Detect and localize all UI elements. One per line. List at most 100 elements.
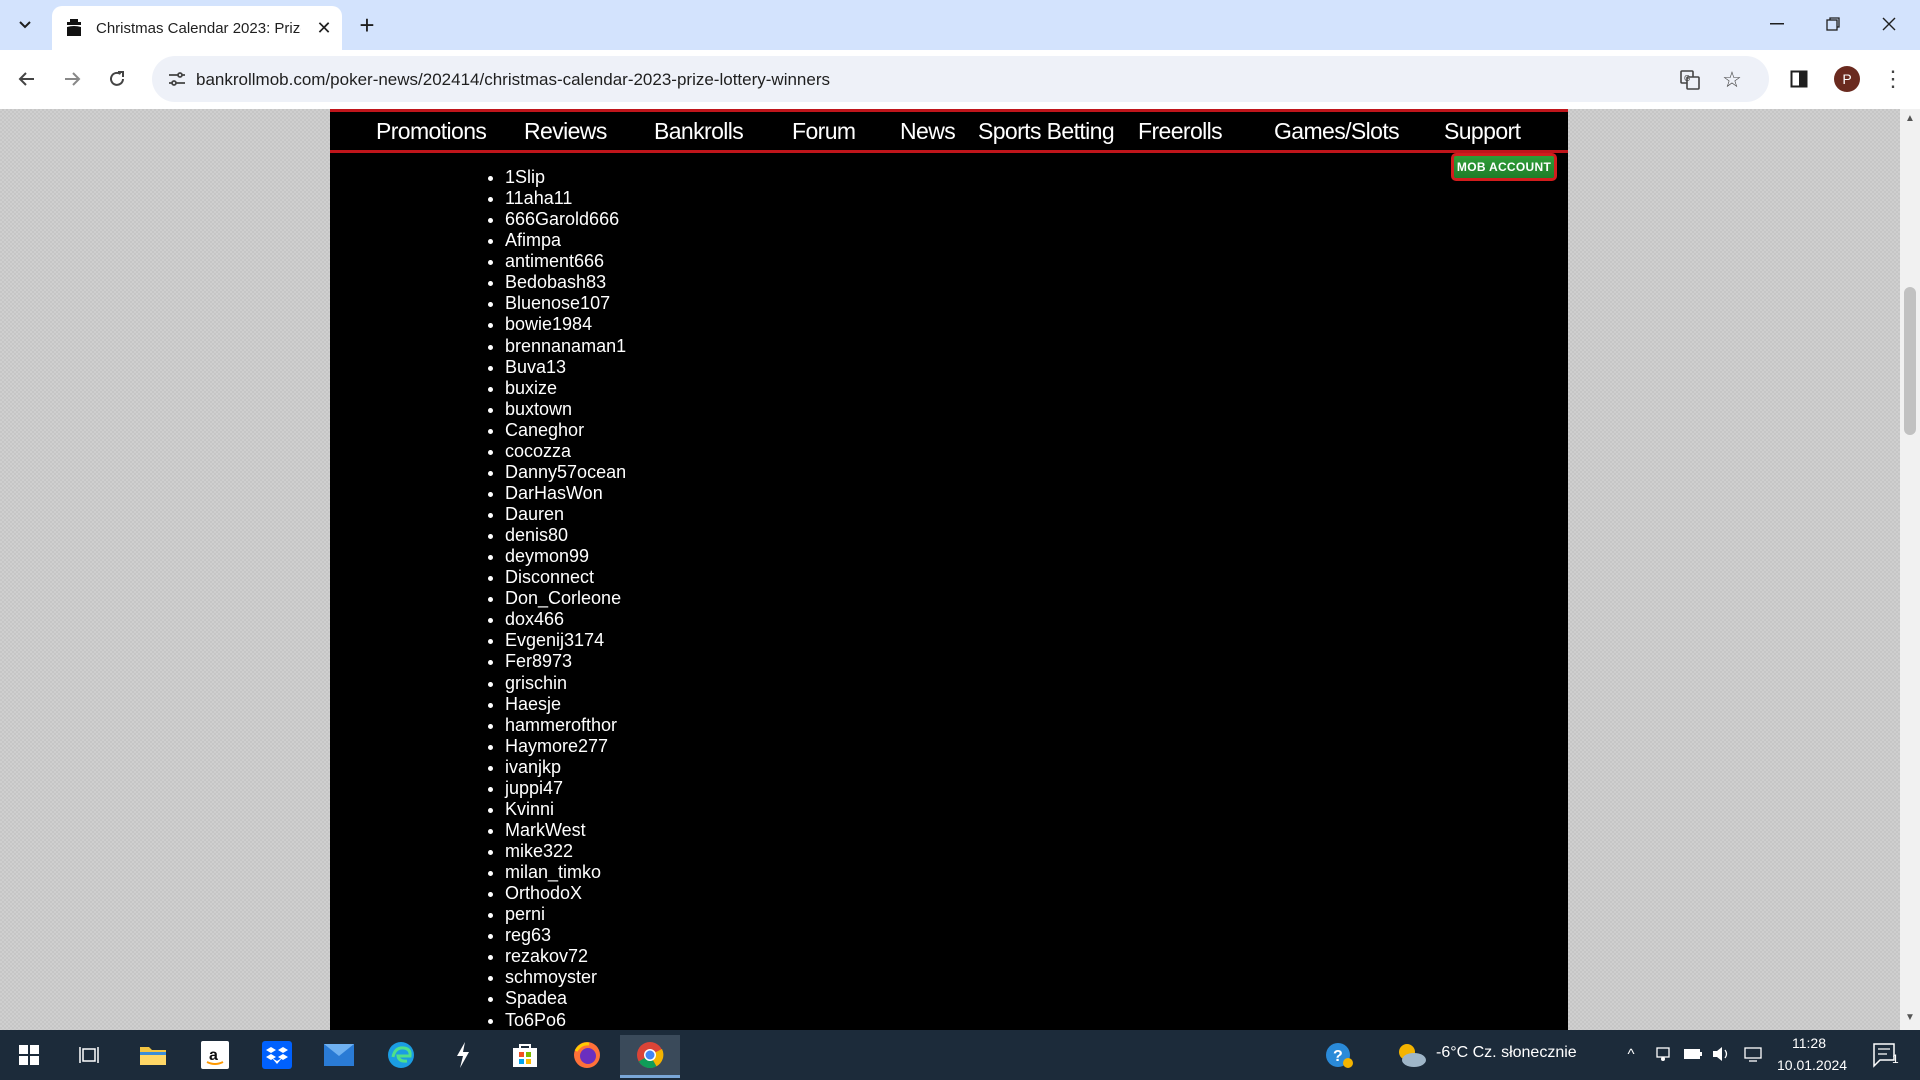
winner-list-item: Buva13 [505, 357, 626, 378]
winner-list-item: Kvinni [505, 799, 626, 820]
windows-start-icon[interactable] [10, 1037, 48, 1073]
scroll-down-icon[interactable]: ▼ [1904, 1012, 1916, 1024]
winners-list: 1Slip11aha11666Garold666Afimpaantiment66… [475, 167, 626, 1030]
winner-list-item: 666Garold666 [505, 209, 626, 230]
nav-sports-betting[interactable]: Sports Betting [978, 118, 1115, 145]
winner-list-item: DarHasWon [505, 483, 626, 504]
clock-date[interactable]: 10.01.2024 [1777, 1057, 1847, 1073]
browser-tabstrip: Christmas Calendar 2023: Prize ✕ + [0, 0, 1920, 50]
clock-time[interactable]: 11:28 [1792, 1035, 1826, 1051]
site-favicon-icon [67, 19, 81, 36]
nav-support[interactable]: Support [1444, 118, 1521, 145]
winner-list-item: Caneghor [505, 420, 626, 441]
browser-tab-active[interactable]: Christmas Calendar 2023: Prize ✕ [52, 6, 342, 50]
winner-list-item: rezakov72 [505, 946, 626, 967]
nav-freerolls[interactable]: Freerolls [1138, 118, 1223, 145]
side-panel-icon[interactable] [1786, 66, 1812, 92]
page-scrollbar[interactable]: ▲ ▼ [1900, 109, 1920, 1030]
winner-list-item: Spadea [505, 988, 626, 1009]
winner-list-item: dox466 [505, 609, 626, 630]
restore-icon [1826, 17, 1840, 31]
weather-sun-cloud-icon[interactable] [1392, 1037, 1430, 1073]
battery-icon[interactable] [1682, 1042, 1704, 1066]
tab-title: Christmas Calendar 2023: Prize [96, 19, 301, 37]
weather-text[interactable]: -6°C Cz. słonecznie [1436, 1044, 1577, 1062]
winner-list-item: antiment666 [505, 251, 626, 272]
scroll-up-icon[interactable]: ▲ [1904, 113, 1916, 125]
svg-text:G: G [1684, 74, 1690, 83]
winner-list-item: 1Slip [505, 167, 626, 188]
winner-list-item: buxize [505, 378, 626, 399]
nav-games-slots[interactable]: Games/Slots [1274, 118, 1400, 145]
winner-list-item: bowie1984 [505, 314, 626, 335]
site-content: Promotions Reviews Bankrolls Forum News … [330, 109, 1568, 1030]
winner-list-item: 11aha11 [505, 188, 626, 209]
winner-list-item: reg63 [505, 925, 626, 946]
scroll-thumb[interactable] [1904, 287, 1916, 435]
mob-account-button[interactable]: MOB ACCOUNT [1451, 153, 1557, 181]
mail-icon[interactable] [320, 1037, 358, 1073]
task-view-icon[interactable] [70, 1037, 108, 1073]
lightning-app-icon[interactable] [444, 1037, 482, 1073]
winner-list-item: perni [505, 904, 626, 925]
winner-list-item: grischin [505, 673, 626, 694]
winner-list-item: MarkWest [505, 820, 626, 841]
nav-bankrolls[interactable]: Bankrolls [654, 118, 744, 145]
winner-list-item: Danny57ocean [505, 462, 626, 483]
site-info-icon[interactable] [162, 64, 192, 94]
winner-list-item: OrthodoX [505, 883, 626, 904]
winner-list-item: Afimpa [505, 230, 626, 251]
winner-list-item: ivanjkp [505, 757, 626, 778]
chrome-icon[interactable] [620, 1035, 680, 1078]
winner-list-item: buxtown [505, 399, 626, 420]
notification-count: 1 [1892, 1052, 1899, 1066]
profile-avatar[interactable]: P [1834, 66, 1860, 92]
url-text[interactable]: bankrollmob.com/poker-news/202414/christ… [196, 70, 830, 90]
winner-list-item: Dauren [505, 504, 626, 525]
page-viewport: Promotions Reviews Bankrolls Forum News … [0, 109, 1900, 1030]
kebab-menu-icon[interactable]: ⋮ [1880, 66, 1906, 92]
edge-browser-icon[interactable] [382, 1037, 420, 1073]
reload-icon [110, 71, 124, 86]
winner-list-item: juppi47 [505, 778, 626, 799]
volume-icon[interactable] [1710, 1042, 1732, 1066]
chevron-down-icon [19, 21, 31, 29]
address-bar[interactable]: bankrollmob.com/poker-news/202414/christ… [152, 56, 1769, 102]
svg-text:a: a [209, 1047, 218, 1064]
bookmark-star-icon[interactable]: ☆ [1718, 66, 1746, 94]
amazon-icon[interactable]: a [196, 1037, 234, 1073]
microsoft-store-icon[interactable] [506, 1037, 544, 1073]
meet-now-icon[interactable] [1652, 1042, 1674, 1066]
new-tab-button[interactable]: + [352, 10, 382, 40]
close-tab-icon[interactable]: ✕ [313, 17, 335, 39]
winner-list-item: mike322 [505, 841, 626, 862]
nav-promotions[interactable]: Promotions [376, 118, 487, 145]
winner-list-item: Don_Corleone [505, 588, 626, 609]
notifications-icon[interactable]: 1 [1866, 1038, 1906, 1072]
winner-list-item: hammerofthor [505, 715, 626, 736]
back-button[interactable] [10, 62, 44, 96]
winner-list-item: To6Po6 [505, 1010, 626, 1031]
reload-button[interactable] [100, 62, 134, 96]
network-icon[interactable] [1742, 1042, 1764, 1066]
arrow-right-icon [65, 72, 81, 86]
nav-forum[interactable]: Forum [792, 118, 856, 145]
winner-list-item: cocozza [505, 441, 626, 462]
close-window-button[interactable] [1864, 6, 1914, 42]
firefox-icon[interactable] [568, 1037, 606, 1073]
browser-toolbar: bankrollmob.com/poker-news/202414/christ… [0, 50, 1920, 110]
file-explorer-icon[interactable] [134, 1037, 172, 1073]
arrow-left-icon [18, 72, 34, 86]
minimize-window-button[interactable] [1752, 6, 1802, 42]
forward-button[interactable] [55, 62, 89, 96]
close-icon [1882, 17, 1896, 31]
dropbox-icon[interactable] [258, 1037, 296, 1073]
tab-search-button[interactable] [8, 8, 42, 42]
restore-window-button[interactable] [1808, 6, 1858, 42]
winner-list-item: milan_timko [505, 862, 626, 883]
help-icon[interactable]: ? [1320, 1037, 1358, 1073]
nav-news[interactable]: News [900, 118, 956, 145]
translate-icon[interactable]: G [1676, 66, 1704, 94]
tray-expand-icon[interactable]: ^ [1620, 1042, 1642, 1066]
nav-reviews[interactable]: Reviews [524, 118, 607, 145]
